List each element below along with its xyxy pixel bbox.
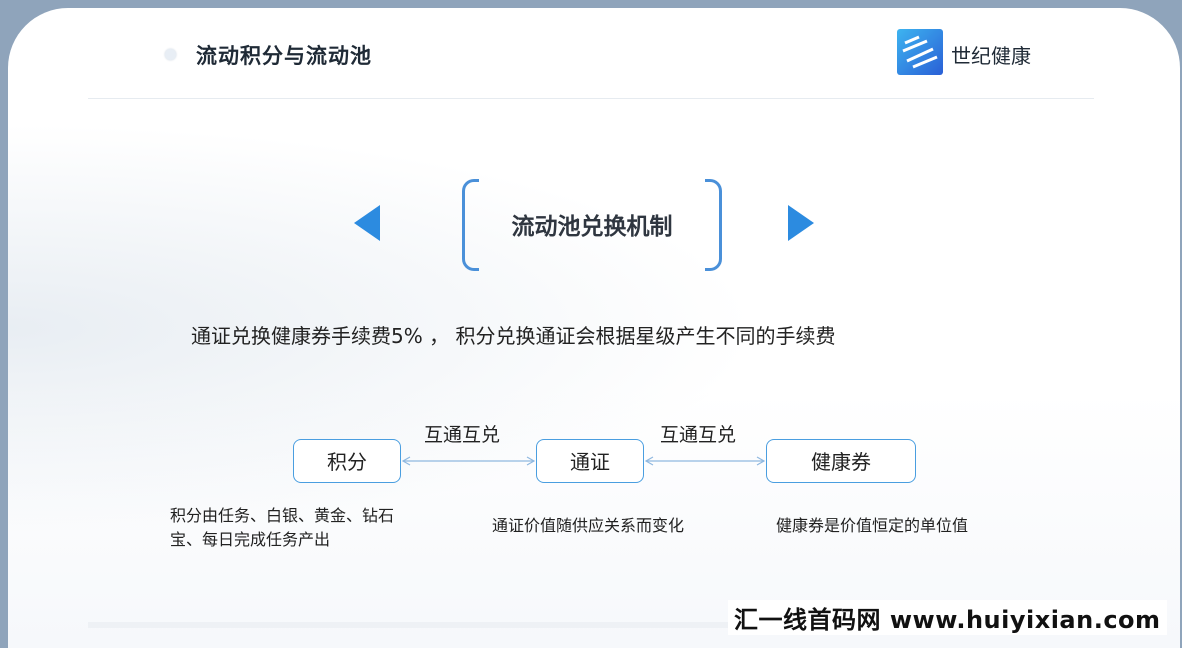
link-label-1: 互通互兑	[424, 424, 501, 446]
node-token: 通证	[536, 439, 644, 483]
node-points: 积分	[293, 439, 401, 483]
link-label-2: 互通互兑	[660, 424, 737, 446]
watermark-text: 汇一线首码网 www.huiyixian.com	[728, 600, 1167, 635]
flow-arrows	[401, 456, 766, 466]
slide: 流动积分与流动池 世纪健康 流动池兑换机制 通证兑换健康券手续费5% ， 积分兑…	[8, 8, 1180, 648]
note-health-voucher: 健康券是价值恒定的单位值	[776, 516, 969, 535]
note-token: 通证价值随供应关系而变化	[492, 516, 685, 535]
note-points: 积分由任务、白银、黄金、钻石宝、每日完成任务产出	[170, 506, 395, 549]
node-health-voucher: 健康券	[766, 439, 916, 483]
